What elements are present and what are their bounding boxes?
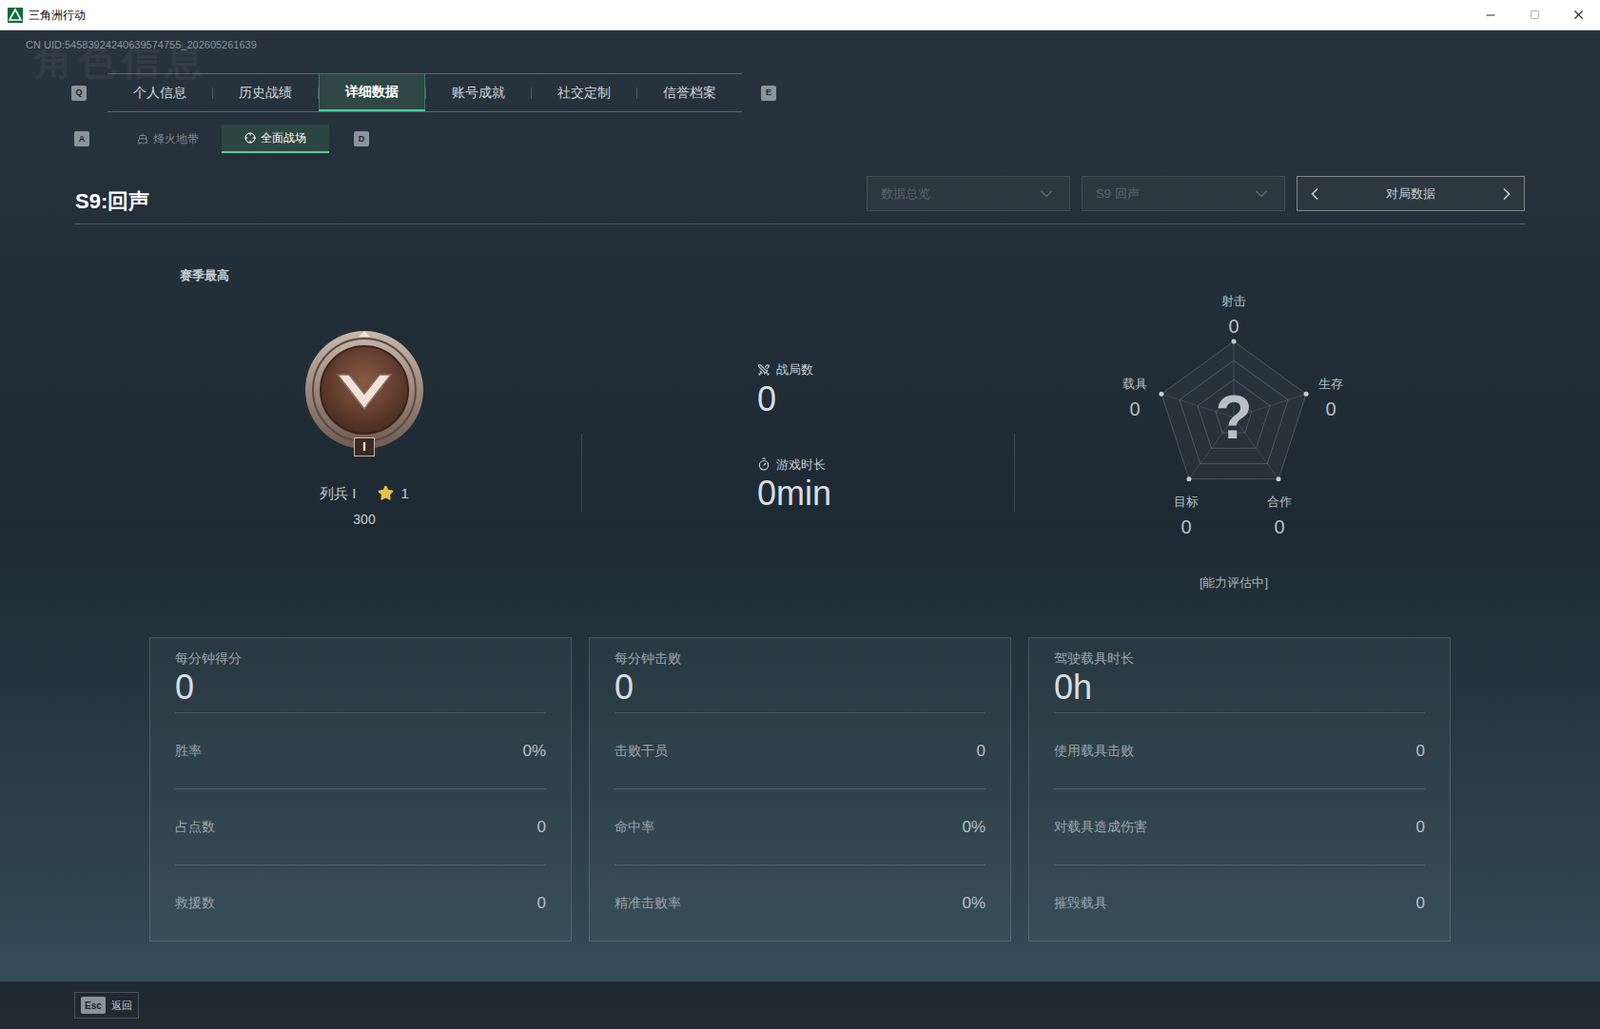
card-value: 0: [175, 666, 547, 709]
summary: 战局数0 游戏时长0min: [757, 360, 1015, 514]
stat-cards: 每分钟得分0胜率0%占点数0救援数0每分钟击败0击败干员0命中率0%精准击败率0…: [149, 637, 1600, 942]
esc-key: Esc: [80, 996, 106, 1015]
tab[interactable]: 账号成就: [426, 74, 531, 112]
overview: 赛季最高I列兵 I1300战局数0游戏时长0min?射击0生存0合作0目标0载具…: [0, 224, 1600, 638]
card-title: 驾驶载具时长: [1053, 649, 1425, 667]
swords-icon: [757, 363, 771, 377]
close-icon: [1571, 7, 1586, 22]
card-title: 每分钟击败: [614, 649, 986, 667]
divider: [581, 433, 583, 512]
season-best: 赛季最高I列兵 I1300: [179, 266, 549, 530]
radar-axis-label: 射击: [1221, 292, 1247, 312]
star-icon: [377, 485, 394, 502]
season-title: S9:回声: [75, 189, 150, 215]
mode-tab[interactable]: 烽火地带: [114, 124, 222, 154]
divider: [1014, 433, 1015, 512]
title-bar: 三角洲行动: [0, 0, 1600, 31]
stat-card: 每分钟击败0击败干员0命中率0%精准击败率0%: [588, 637, 1012, 942]
prev-tab-key[interactable]: Q: [71, 85, 87, 101]
card-value: 0h: [1053, 666, 1425, 709]
radar-status: [能力评估中]: [1199, 573, 1269, 593]
crosshair-icon: [244, 132, 256, 144]
filter-dropdown[interactable]: 数据总览: [866, 175, 1071, 212]
radar-axis-value: 0: [1180, 512, 1191, 542]
uid-text: CN UID:54583924240639574755_202605261639: [0, 30, 1600, 74]
next-mode-key[interactable]: D: [353, 131, 370, 147]
rank-stars: 1: [401, 483, 410, 506]
back-button[interactable]: Esc返回: [74, 992, 139, 1019]
radar-axis-value: 0: [1228, 312, 1239, 341]
main-area: 角色信息CN UID:54583924240639574755_20260526…: [0, 30, 1600, 1029]
summary-value: 0: [757, 379, 1015, 420]
card-row: 命中率0%: [614, 788, 986, 865]
summary-value: 0min: [757, 473, 1015, 514]
minimize-button[interactable]: [1468, 0, 1513, 31]
rank-badge: I: [301, 329, 428, 455]
card-value: 0: [614, 666, 986, 709]
window-title: 三角洲行动: [28, 6, 86, 24]
card-row: 胜率0%: [175, 712, 547, 789]
app-logo-icon: [7, 7, 23, 23]
tab[interactable]: 个人信息: [107, 74, 213, 112]
tab[interactable]: 社交定制: [531, 74, 637, 112]
radar-chart: ?射击0生存0合作0目标0载具0[能力评估中]: [1091, 284, 1377, 599]
card-row: 占点数0: [175, 788, 547, 865]
timer-icon: [757, 457, 771, 471]
tab[interactable]: 详细数据: [318, 74, 426, 112]
stat-card: 每分钟得分0胜率0%占点数0救援数0: [149, 637, 572, 942]
summary-item: 游戏时长0min: [757, 455, 1015, 515]
maximize-icon: [1529, 9, 1541, 20]
radar-axis-value: 0: [1325, 394, 1336, 424]
chevron-down-icon: [1036, 184, 1056, 204]
card-row: 精准击败率0%: [614, 864, 986, 941]
rank-badge-icon: [301, 329, 428, 455]
radar-axis-label: 合作: [1267, 492, 1292, 512]
card-row: 击败干员0: [614, 712, 986, 789]
tab[interactable]: 信誉档案: [637, 74, 742, 112]
stat-card: 驾驶载具时长0h使用载具击败0对载具造成伤害0摧毁载具0: [1028, 637, 1451, 942]
tab-bar: Q 个人信息历史战绩详细数据账号成就社交定制信誉档案 E: [71, 73, 1600, 113]
radar-axis-value: 0: [1129, 394, 1140, 424]
rank-line: 列兵 I 1: [319, 483, 410, 506]
prev-mode-key[interactable]: A: [74, 131, 90, 147]
maximize-button[interactable]: [1512, 0, 1557, 31]
minimize-icon: [1483, 8, 1498, 22]
radar-axis-label: 生存: [1318, 374, 1344, 394]
rank-tier: I: [353, 437, 375, 457]
card-row: 救援数0: [175, 864, 547, 941]
radar-axis-label: 目标: [1173, 492, 1199, 512]
chevron-right-icon[interactable]: [1497, 184, 1517, 204]
card-row: 摧毁载具0: [1053, 864, 1425, 941]
mode-tab[interactable]: 全面战场: [221, 124, 330, 154]
card-title: 每分钟得分: [175, 649, 547, 667]
footer-bar: Esc返回: [0, 981, 1600, 1029]
chevron-down-icon: [1251, 184, 1271, 204]
card-row: 对载具造成伤害0: [1053, 788, 1425, 865]
card-row: 使用载具击败0: [1053, 712, 1425, 789]
view-switch[interactable]: 对局数据: [1296, 175, 1525, 212]
rank-score: 300: [352, 509, 375, 530]
close-button[interactable]: [1556, 0, 1600, 31]
tab[interactable]: 历史战绩: [213, 74, 318, 112]
rank-name: 列兵 I: [319, 483, 356, 506]
ship-icon: [136, 133, 149, 145]
filter-dropdown[interactable]: S9 回声: [1081, 175, 1286, 212]
season-header: S9:回声 数据总览 S9 回声对局数据: [75, 175, 1525, 225]
chevron-left-icon[interactable]: [1305, 184, 1325, 204]
app-window: 三角洲行动角色信息CN UID:54583924240639574755_202…: [0, 0, 1600, 1029]
radar-axis-value: 0: [1273, 512, 1285, 542]
subtab-bar: A 烽火地带全面战场 D: [74, 124, 1600, 154]
summary-item: 战局数0: [757, 360, 1015, 420]
radar-axis-label: 载具: [1122, 374, 1148, 394]
next-tab-key[interactable]: E: [760, 85, 777, 101]
radar-center: ?: [1214, 387, 1252, 449]
